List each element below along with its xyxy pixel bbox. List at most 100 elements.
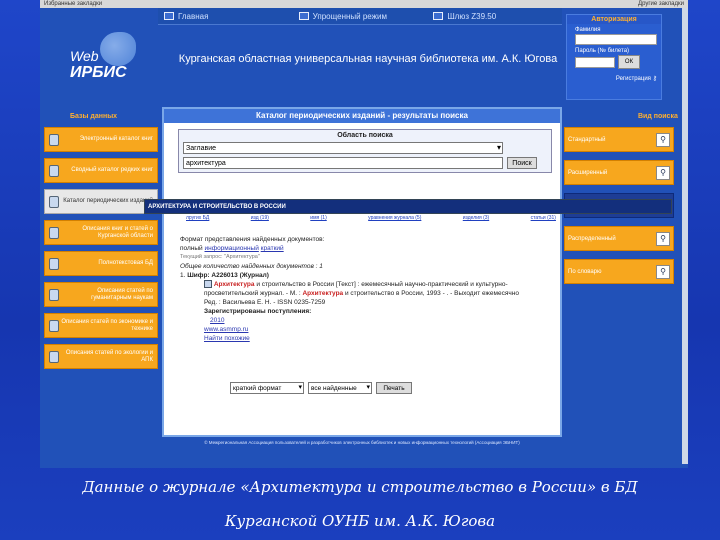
database-icon	[49, 226, 59, 239]
record-number: 1.	[180, 272, 186, 279]
format-options: полный информационный краткий	[180, 244, 550, 253]
databases-title: Базы данных	[70, 113, 118, 120]
caption-line-1: Данные о журнале «Архитектура и строител…	[82, 478, 638, 496]
db-label: Сводный каталог редких книг	[71, 167, 153, 173]
tab-link[interactable]: уравнения журнала (5)	[368, 215, 421, 221]
db-item-economics[interactable]: Описания статей по экономике и технике	[44, 313, 158, 338]
search-distributed[interactable]: Распределенный ⚲	[564, 226, 674, 251]
database-icon	[49, 195, 59, 208]
search-input[interactable]: архитектура	[183, 157, 503, 169]
password-input[interactable]	[575, 56, 615, 68]
search-dictionary[interactable]: По словарю ⚲	[564, 259, 674, 284]
nav-z3950[interactable]: Шлюз Z39.50	[427, 12, 562, 21]
search-type-label: По словарю	[568, 268, 602, 275]
highlight-text: АРХИТЕКТУРА И СТРОИТЕЛЬСТВО В РОССИИ	[148, 204, 286, 210]
db-label: Описания статей по экономике и технике	[61, 318, 153, 332]
db-item-kurgan[interactable]: Описания книг и статей о Курганской обла…	[44, 220, 158, 245]
nav-z3950-label: Шлюз Z39.50	[447, 11, 497, 21]
logo-web-text: Web	[70, 48, 99, 64]
search-extended[interactable]: Расширенный ⚲	[564, 160, 674, 185]
record-editor: Ред. : Васильева Е. Н. - ISSN 0235-7259	[204, 299, 326, 306]
magnifier-icon[interactable]: ⚲	[656, 231, 670, 246]
register-link[interactable]: Регистрация ⚷	[567, 75, 657, 82]
magnifier-icon[interactable]: ⚲	[656, 264, 670, 279]
tab-link[interactable]: изд (19)	[251, 215, 269, 221]
year-link[interactable]: 2010	[180, 316, 550, 325]
format-full[interactable]: полный	[180, 245, 203, 252]
record-shelf: Шифр: А226013 (Журнал)	[187, 272, 269, 279]
bookmarks-right[interactable]: Другие закладки	[638, 0, 684, 8]
tab-link[interactable]: лругих БД	[186, 215, 209, 221]
format-select[interactable]: краткий формат	[230, 382, 304, 394]
printer-icon[interactable]	[204, 280, 212, 289]
search-standard[interactable]: Стандартный ⚲	[564, 127, 674, 152]
database-icon	[49, 350, 59, 363]
search-type-label: Распределенный	[568, 235, 616, 242]
format-info-link[interactable]: информационный	[205, 245, 259, 252]
db-item-rare[interactable]: Сводный каталог редких книг	[44, 158, 158, 183]
db-label: Электронный каталог книг	[79, 136, 153, 142]
search-area-title: Область поиска	[337, 132, 393, 139]
surname-label: Фамилия	[575, 27, 601, 33]
bookmarks-left[interactable]: Избранные закладки	[44, 0, 102, 8]
logo-irbis-text: ИРБИС	[70, 64, 127, 81]
print-button[interactable]: Печать	[376, 382, 412, 394]
panther-icon	[100, 32, 136, 66]
db-item-fulltext[interactable]: Полнотекстовая БД	[44, 251, 158, 276]
magnifier-icon[interactable]: ⚲	[656, 132, 670, 147]
db-label: Полнотекстовая БД	[98, 260, 153, 266]
db-item-humanities[interactable]: Описания статей по гуманитарным наукам	[44, 282, 158, 307]
irbis-logo: Web ИРБИС	[60, 30, 140, 90]
magnifier-icon[interactable]: ⚲	[656, 165, 670, 180]
monitor-icon	[433, 12, 444, 20]
database-icon	[49, 164, 59, 177]
db-label: Описания книг и статей о Курганской обла…	[82, 225, 153, 239]
browser-screenshot: Избранные закладки Другие закладки Главн…	[40, 0, 688, 468]
database-icon	[49, 133, 59, 146]
login-button[interactable]: ОК	[618, 55, 640, 69]
current-query: Текущий запрос: "Архитектура"	[180, 254, 260, 260]
db-item-ebooks[interactable]: Электронный каталог книг	[44, 127, 158, 152]
results-title: Каталог периодических изданий - результа…	[164, 109, 560, 123]
search-type-label: Расширенный	[568, 169, 608, 176]
dictionary-highlight[interactable]: АРХИТЕКТУРА И СТРОИТЕЛЬСТВО В РОССИИ	[144, 199, 672, 214]
database-icon	[49, 319, 59, 332]
vertical-scrollbar[interactable]	[682, 8, 688, 464]
database-icon	[49, 257, 59, 270]
nav-home[interactable]: Главная	[158, 12, 293, 21]
nav-home-label: Главная	[178, 11, 209, 21]
surname-input[interactable]	[575, 34, 657, 45]
tab-link[interactable]: статьи (31)	[531, 215, 556, 221]
slide-caption: Данные о журнале «Архитектура и строител…	[20, 470, 700, 538]
search-field-select[interactable]: Заглавие	[183, 142, 503, 154]
db-item-periodicals[interactable]: Каталог периодических изданий	[44, 189, 158, 214]
results-panel: Каталог периодических изданий - результа…	[162, 107, 562, 437]
register-label: Регистрация	[615, 76, 651, 82]
top-navigation: Главная Упрощенный режим Шлюз Z39.50	[158, 8, 562, 25]
auth-panel: Авторизация Фамилия Пароль (№ билета) ОК…	[566, 14, 662, 100]
tab-link[interactable]: имя (1)	[310, 215, 326, 221]
auth-title: Авторизация	[567, 15, 661, 24]
total-found: Общее количество найденных документов : …	[180, 263, 323, 270]
record-title-highlight: Архитектура	[213, 281, 255, 288]
record-description: Архитектура и строительство в России [Те…	[180, 280, 550, 298]
format-line: Формат представления найденных документо…	[180, 236, 325, 243]
database-icon	[49, 288, 59, 301]
nav-simple-mode[interactable]: Упрощенный режим	[293, 12, 428, 21]
tab-link[interactable]: изделия (3)	[463, 215, 489, 221]
scope-select[interactable]: все найденные	[308, 382, 372, 394]
db-label: Описания статей по экологии и АПК	[65, 349, 153, 363]
db-item-ecology[interactable]: Описания статей по экологии и АПК	[44, 344, 158, 369]
caption-line-2: Курганской ОУНБ им. А.К. Югова	[224, 512, 496, 530]
similar-link[interactable]: Найти похожие	[180, 334, 550, 343]
record-title-highlight-2: Архитектура	[302, 290, 344, 297]
search-button[interactable]: Поиск	[507, 157, 537, 169]
registered-label: Зарегистрированы поступления:	[204, 308, 312, 315]
site-link[interactable]: www.asmmp.ru	[180, 325, 550, 334]
result-record: Формат представления найденных документо…	[180, 235, 550, 343]
databases-list: Электронный каталог книг Сводный каталог…	[44, 127, 158, 375]
key-icon: ⚷	[652, 76, 657, 82]
dictionary-tabs: лругих БД изд (19) имя (1) уравнения жур…	[186, 215, 556, 221]
search-type-title: Вид поиска	[638, 113, 678, 120]
format-short-link[interactable]: краткий	[261, 245, 284, 252]
